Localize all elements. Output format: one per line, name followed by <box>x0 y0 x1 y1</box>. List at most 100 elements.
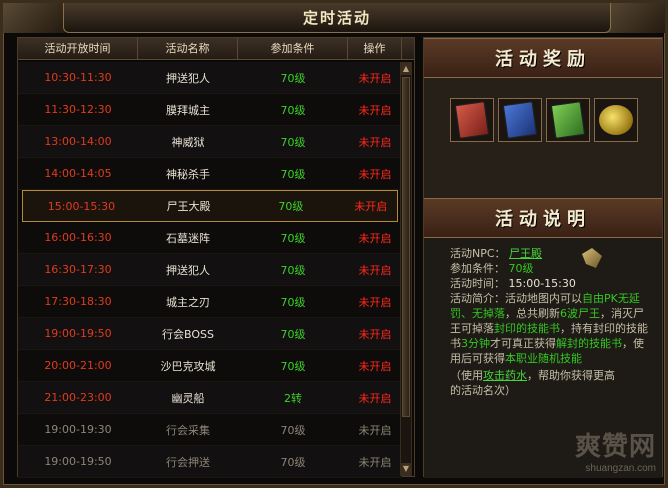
table-row[interactable]: 21:00-23:00 幽灵船 2转 未开启 <box>18 382 402 414</box>
list-scrollbar[interactable]: ▲ ▼ <box>400 62 412 476</box>
row-operation[interactable]: 未开启 <box>344 198 397 214</box>
reward-slot[interactable] <box>498 98 542 142</box>
row-time: 19:00-19:50 <box>44 327 112 340</box>
npc-line: 活动NPC： 尸王殿 <box>450 246 654 261</box>
row-operation[interactable]: 未开启 <box>348 134 402 150</box>
reward-slot[interactable] <box>594 98 638 142</box>
row-name: 城主之刃 <box>166 295 210 309</box>
scroll-up-arrow-icon[interactable]: ▲ <box>401 63 411 75</box>
blue-skill-book-icon <box>502 101 538 139</box>
row-operation[interactable]: 未开启 <box>348 294 402 310</box>
reward-slot[interactable] <box>450 98 494 142</box>
row-operation[interactable]: 未开启 <box>348 326 402 342</box>
table-row[interactable]: 16:30-17:30 押送犯人 70级 未开启 <box>18 254 402 286</box>
window-title-bar[interactable]: 定时活动 <box>63 3 611 33</box>
green-skill-book-icon <box>550 101 586 139</box>
time-line: 活动时间： 15:00-15:30 <box>450 276 654 291</box>
table-row[interactable]: 19:00-19:50 行会BOSS 70级 未开启 <box>18 318 402 350</box>
scroll-down-arrow-icon[interactable]: ▼ <box>401 463 411 475</box>
table-row[interactable]: 11:30-12:30 膜拜城主 70级 未开启 <box>18 94 402 126</box>
npc-link[interactable]: 尸王殿 <box>509 247 542 260</box>
intro-highlight: 能 <box>571 352 582 365</box>
row-operation[interactable]: 未开启 <box>348 230 402 246</box>
row-name: 神威狱 <box>171 135 205 149</box>
table-row[interactable]: 20:00-21:00 沙巴克攻城 70级 未开启 <box>18 350 402 382</box>
table-row[interactable]: 13:00-14:00 神威狱 70级 未开启 <box>18 126 402 158</box>
intro-part: 活动地图内可以 <box>505 292 582 305</box>
npc-label: 活动NPC： <box>450 247 506 260</box>
table-row[interactable]: 16:00-16:30 石墓迷阵 70级 未开启 <box>18 222 402 254</box>
row-time: 19:00-19:50 <box>44 455 112 468</box>
attack-potion-link[interactable]: 攻击药水 <box>483 369 527 382</box>
row-condition: 2转 <box>284 391 302 405</box>
timed-events-window: 定时活动 活动开放时间 活动名称 参加条件 操作 10:30-11:30 押送犯… <box>0 0 668 488</box>
reward-slot[interactable] <box>546 98 590 142</box>
row-time: 10:30-11:30 <box>44 71 112 84</box>
row-name: 押送犯人 <box>166 263 210 277</box>
intro-part: ，消 <box>600 307 622 320</box>
row-condition: 70级 <box>280 167 306 181</box>
activity-list: 10:30-11:30 押送犯人 70级 未开启 11:30-12:30 膜拜城… <box>18 62 402 478</box>
row-time: 16:30-17:30 <box>44 263 112 276</box>
condition-line: 参加条件： 70级 <box>450 261 654 276</box>
frame-corner-ornament-left <box>3 3 65 33</box>
row-operation[interactable]: 未开启 <box>348 166 402 182</box>
row-condition: 70级 <box>280 263 306 277</box>
time-value: 15:00-15:30 <box>508 277 576 290</box>
time-label: 活动时间： <box>450 277 505 290</box>
row-time: 19:00-19:30 <box>44 423 112 436</box>
header-open-time: 活动开放时间 <box>18 38 138 59</box>
row-operation[interactable]: 未开启 <box>348 422 402 438</box>
description-title: 活动说明 <box>495 209 591 230</box>
intro-highlight: 封印的技能书 <box>494 322 560 335</box>
header-operation: 操作 <box>348 38 402 59</box>
tip-part: ，帮助你获得更高 <box>527 369 615 382</box>
row-time: 20:00-21:00 <box>44 359 112 372</box>
scroll-thumb[interactable] <box>402 77 410 417</box>
intro-label: 活动简介： <box>450 292 505 305</box>
row-condition: 70级 <box>280 359 306 373</box>
row-operation[interactable]: 未开启 <box>348 358 402 374</box>
table-header: 活动开放时间 活动名称 参加条件 操作 <box>18 38 414 60</box>
header-activity-name: 活动名称 <box>138 38 238 59</box>
row-time: 14:00-14:05 <box>44 167 112 180</box>
row-time: 21:00-23:00 <box>44 391 112 404</box>
red-skill-book-icon <box>454 101 490 139</box>
gold-coins-icon <box>599 105 633 135</box>
table-row[interactable]: 17:30-18:30 城主之刃 70级 未开启 <box>18 286 402 318</box>
row-name: 沙巴克攻城 <box>160 359 216 373</box>
window-title: 定时活动 <box>302 9 371 27</box>
table-row[interactable]: 19:00-19:30 行会采集 70级 未开启 <box>18 414 402 446</box>
row-time: 13:00-14:00 <box>44 135 112 148</box>
table-row[interactable]: 14:00-14:05 神秘杀手 70级 未开启 <box>18 158 402 190</box>
row-time: 16:00-16:30 <box>44 231 112 244</box>
row-operation[interactable]: 未开启 <box>348 70 402 86</box>
table-row[interactable]: 19:00-19:50 行会押送 70级 未开启 <box>18 446 402 478</box>
row-operation[interactable]: 未开启 <box>348 102 402 118</box>
rewards-area <box>424 78 662 198</box>
watermark-url: shuangzan.com <box>585 463 656 474</box>
header-join-condition: 参加条件 <box>238 38 348 59</box>
description-header: 活动说明 <box>424 198 662 238</box>
table-row-selected[interactable]: 15:00-15:30 尸王大殿 70级 未开启 <box>22 190 398 222</box>
row-condition: 70级 <box>280 423 306 437</box>
row-condition: 70级 <box>280 295 306 309</box>
rewards-title: 活动奖励 <box>495 49 591 70</box>
watermark-logo-text: 爽赞网 <box>574 431 656 461</box>
intro-highlight: 技能书 <box>589 337 622 350</box>
row-name: 膜拜城主 <box>166 103 210 117</box>
row-time: 17:30-18:30 <box>44 295 112 308</box>
site-watermark: 爽赞网 shuangzan.com <box>575 426 656 474</box>
table-row[interactable]: 10:30-11:30 押送犯人 70级 未开启 <box>18 62 402 94</box>
intro-part: ，持有封 <box>560 322 604 335</box>
tip-part: （使用 <box>450 369 483 382</box>
activity-schedule-panel: 活动开放时间 活动名称 参加条件 操作 10:30-11:30 押送犯人 70级… <box>17 37 415 478</box>
row-name: 幽灵船 <box>171 391 205 405</box>
row-operation[interactable]: 未开启 <box>348 390 402 406</box>
row-condition: 70级 <box>280 455 306 469</box>
row-name: 尸王大殿 <box>166 200 211 213</box>
row-operation[interactable]: 未开启 <box>348 454 402 470</box>
intro-text: 活动简介：活动地图内可以自由PK无延罚、无掉落，总共刷新6波尸王，消灭尸王可掉落… <box>450 291 654 366</box>
row-name: 石墓迷阵 <box>166 231 210 245</box>
row-operation[interactable]: 未开启 <box>348 262 402 278</box>
